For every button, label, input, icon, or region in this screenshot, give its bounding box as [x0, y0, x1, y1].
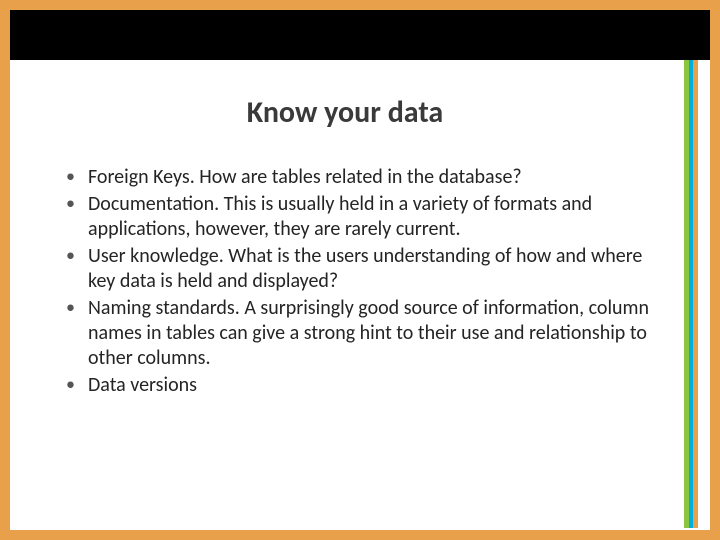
list-item: User knowledge. What is the users unders… — [60, 244, 650, 294]
slide-title: Know your data — [0, 94, 690, 131]
bullet-list: Foreign Keys. How are tables related in … — [60, 165, 650, 398]
list-item: Naming standards. A surprisingly good so… — [60, 296, 650, 371]
list-item: Documentation. This is usually held in a… — [60, 192, 650, 242]
list-item: Foreign Keys. How are tables related in … — [60, 165, 650, 190]
header-bar — [10, 10, 710, 60]
slide-content: Foreign Keys. How are tables related in … — [60, 165, 650, 400]
list-item: Data versions — [60, 373, 650, 398]
stripe-orange — [693, 60, 698, 528]
